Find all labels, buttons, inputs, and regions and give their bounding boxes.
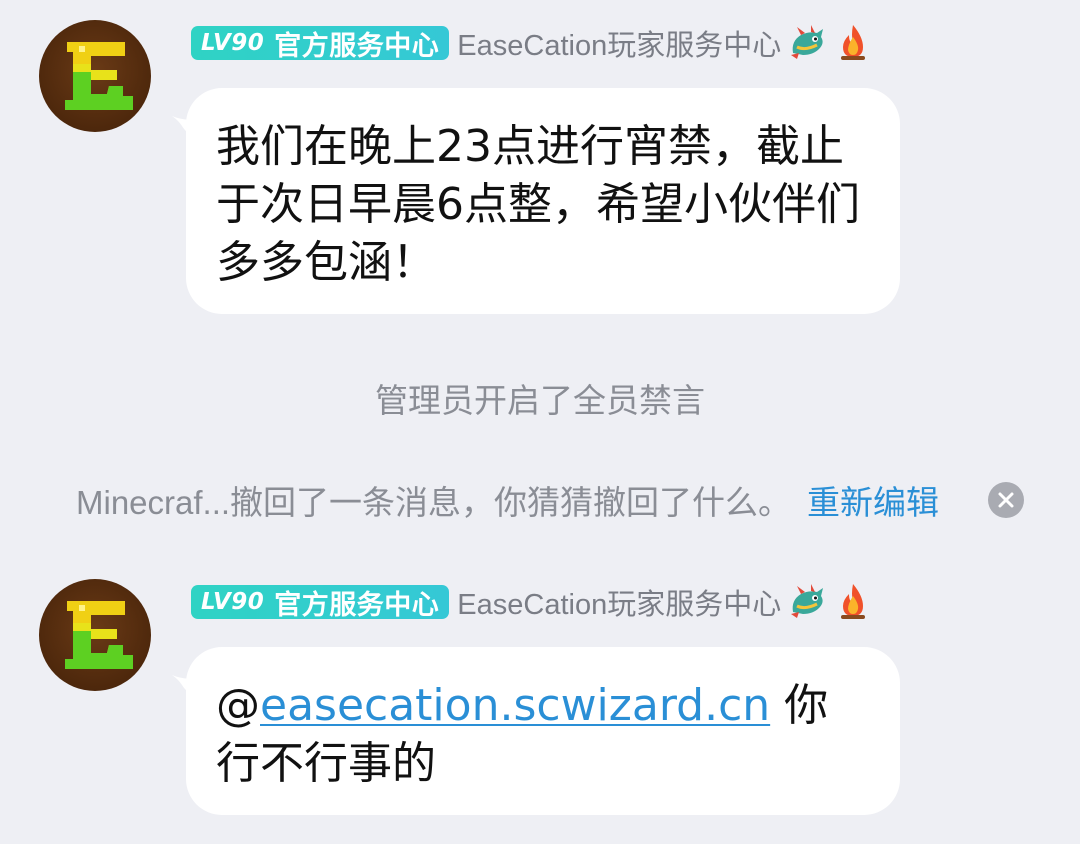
avatar[interactable] xyxy=(39,579,151,691)
sender-nickname[interactable]: EaseCation玩家服务中心 xyxy=(457,581,781,623)
message-header: LV90 官方服务中心 EaseCation玩家服务中心 xyxy=(191,581,873,623)
mention-link[interactable]: easecation.scwizard.cn xyxy=(260,680,770,731)
system-notice: 管理员开启了全员禁言 xyxy=(375,381,705,420)
dragon-icon xyxy=(787,582,827,622)
level-label: LV90 xyxy=(201,30,265,56)
mention-prefix: @ xyxy=(216,680,260,731)
close-icon[interactable] xyxy=(988,482,1024,518)
bubble-tail xyxy=(172,675,200,697)
sender-nickname[interactable]: EaseCation玩家服务中心 xyxy=(457,22,781,64)
level-badge[interactable]: LV90 官方服务中心 xyxy=(191,26,450,62)
fire-icon xyxy=(833,582,873,622)
badge-title: 官方服务中心 xyxy=(274,589,440,621)
level-badge[interactable]: LV90 官方服务中心 xyxy=(191,585,450,621)
reedit-link[interactable]: 重新编辑 xyxy=(807,476,939,524)
fire-icon xyxy=(833,23,873,63)
badge-title: 官方服务中心 xyxy=(274,30,440,62)
message-bubble[interactable]: 我们在晚上23点进行宵禁，截止于次日早晨6点整，希望小伙伴们多多包涵！ xyxy=(172,88,900,314)
message-header: LV90 官方服务中心 EaseCation玩家服务中心 xyxy=(191,22,873,64)
avatar[interactable] xyxy=(39,20,151,132)
dragon-icon xyxy=(787,23,827,63)
message-text: 我们在晚上23点进行宵禁，截止于次日早晨6点整，希望小伙伴们多多包涵！ xyxy=(216,121,860,288)
recall-notice: Minecraf...撤回了一条消息，你猜猜撤回了什么。 重新编辑 xyxy=(76,478,939,522)
level-label: LV90 xyxy=(201,589,265,615)
pixel-e-logo xyxy=(65,601,133,669)
recall-text: Minecraf...撤回了一条消息，你猜猜撤回了什么。 xyxy=(76,484,792,521)
pixel-e-logo xyxy=(65,42,133,110)
message-bubble[interactable]: @easecation.scwizard.cn 你行不行事的 xyxy=(172,647,900,815)
bubble-tail xyxy=(172,116,200,138)
